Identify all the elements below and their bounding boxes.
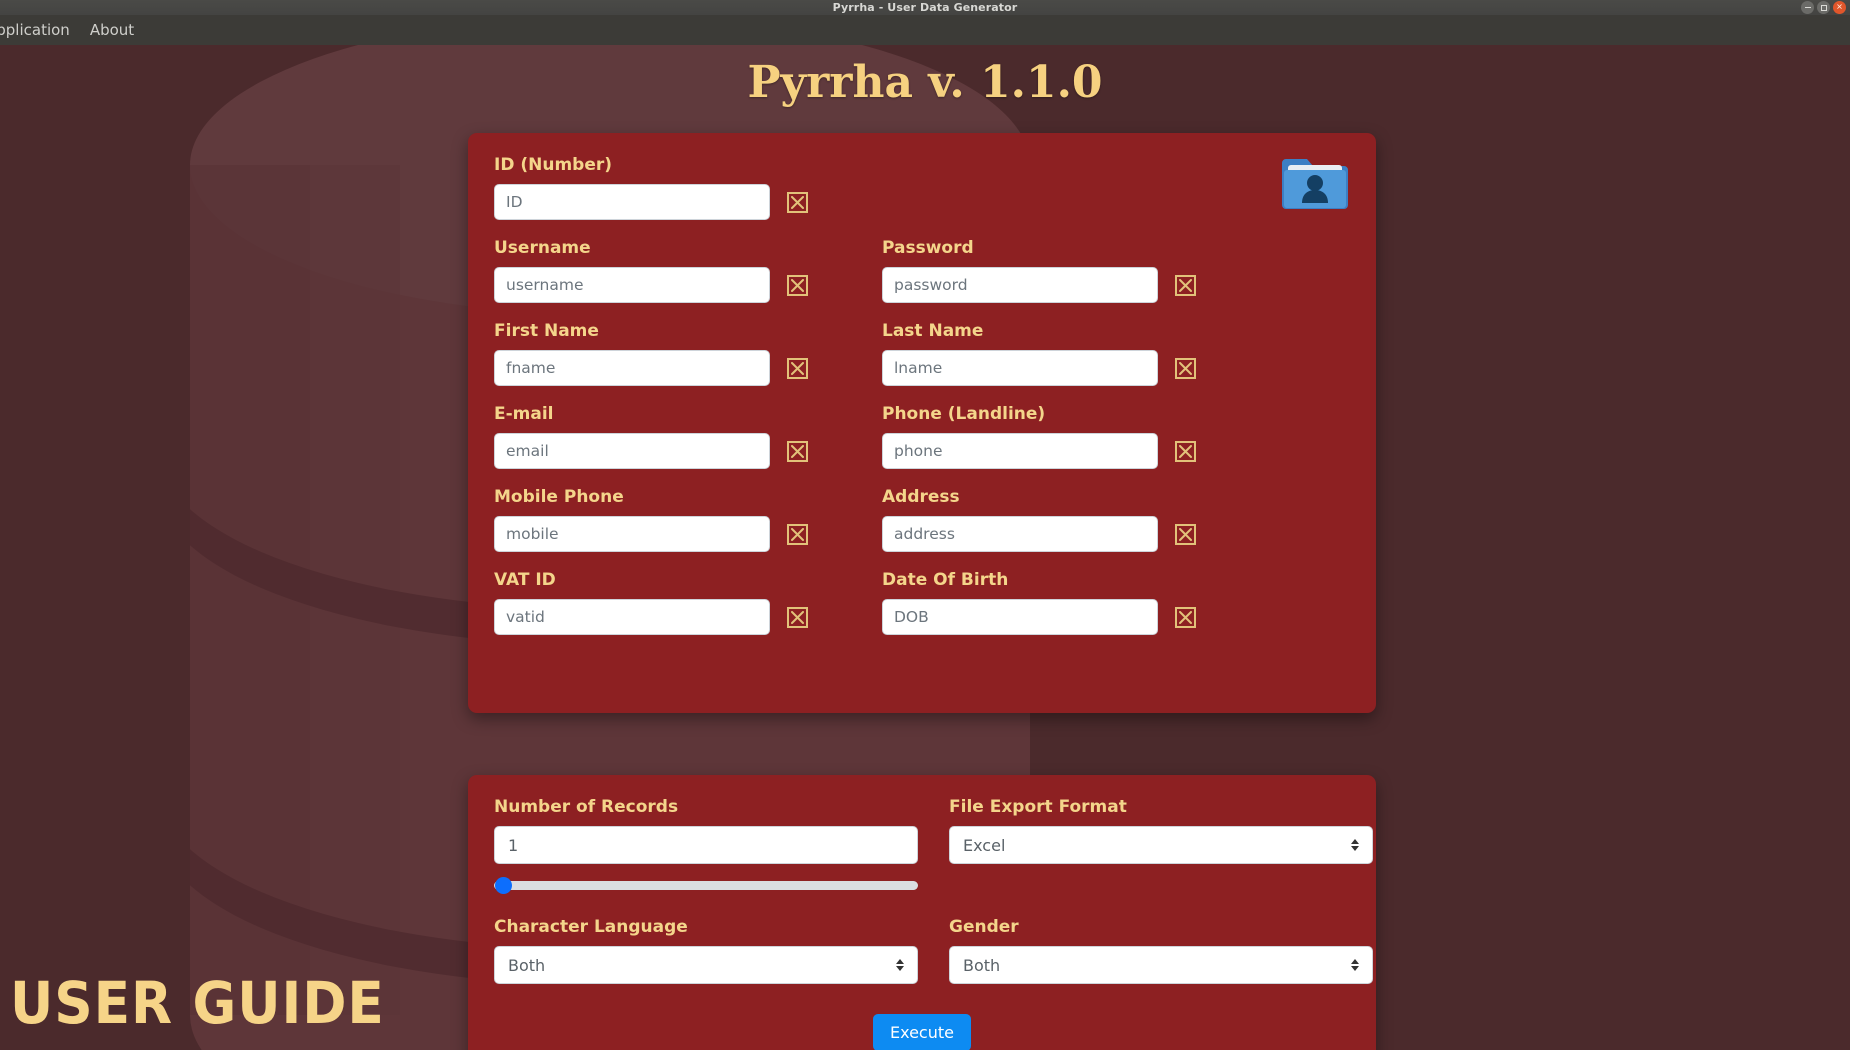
select-gender[interactable]: Both bbox=[949, 946, 1373, 984]
fields-grid: Username Password Fi bbox=[494, 238, 1350, 635]
field-block-number-of-records: Number of Records bbox=[494, 797, 918, 894]
input-row-mobile-phone bbox=[494, 516, 882, 552]
options-grid: Number of Records File Export Format Exc… bbox=[494, 797, 1373, 984]
label-id: ID (Number) bbox=[494, 155, 613, 175]
label-phone-landline: Phone (Landline) bbox=[882, 404, 1046, 424]
menu-bar: Application About bbox=[0, 15, 1850, 45]
input-date-of-birth[interactable] bbox=[882, 599, 1158, 635]
clear-field-icon-last-name[interactable] bbox=[1175, 357, 1196, 379]
window-titlebar: Pyrrha - User Data Generator ✕ bbox=[0, 0, 1850, 15]
window-title: Pyrrha - User Data Generator bbox=[832, 1, 1018, 14]
input-username[interactable] bbox=[494, 267, 770, 303]
field-block-email: E-mail bbox=[494, 404, 882, 469]
clear-field-icon-vat-id[interactable] bbox=[787, 606, 808, 628]
menu-item-about[interactable]: About bbox=[80, 17, 144, 43]
execute-button-wrapper: Execute bbox=[468, 1014, 1376, 1050]
input-last-name[interactable] bbox=[882, 350, 1158, 386]
clear-field-icon-address[interactable] bbox=[1175, 523, 1196, 545]
field-block-username: Username bbox=[494, 238, 882, 303]
input-row-address bbox=[882, 516, 1270, 552]
field-block-address: Address bbox=[882, 487, 1270, 552]
clear-field-icon-email[interactable] bbox=[787, 440, 808, 462]
users-folder-icon[interactable] bbox=[1280, 153, 1350, 209]
select-file-export-format-value: Excel bbox=[963, 835, 1006, 855]
input-number-of-records[interactable] bbox=[494, 826, 918, 864]
input-row-last-name bbox=[882, 350, 1270, 386]
input-row-password bbox=[882, 267, 1270, 303]
clear-field-icon-username[interactable] bbox=[787, 274, 808, 296]
minimize-icon bbox=[1804, 7, 1811, 8]
clear-field-icon-date-of-birth[interactable] bbox=[1175, 606, 1196, 628]
field-block-first-name: First Name bbox=[494, 321, 882, 386]
chevron-updown-icon bbox=[896, 959, 904, 971]
input-vat-id[interactable] bbox=[494, 599, 770, 635]
field-block-password: Password bbox=[882, 238, 1270, 303]
input-mobile-phone[interactable] bbox=[494, 516, 770, 552]
clear-field-icon-mobile-phone[interactable] bbox=[787, 523, 808, 545]
field-block-last-name: Last Name bbox=[882, 321, 1270, 386]
input-row-vat-id bbox=[494, 599, 882, 635]
select-character-language-value: Both bbox=[508, 955, 546, 975]
label-number-of-records: Number of Records bbox=[494, 797, 679, 817]
field-block-character-language: Character Language Both bbox=[494, 917, 918, 984]
input-row-date-of-birth bbox=[882, 599, 1270, 635]
window-controls: ✕ bbox=[1801, 1, 1846, 14]
label-password: Password bbox=[882, 238, 974, 258]
clear-field-icon-id[interactable] bbox=[787, 191, 808, 213]
app-background: Pyrrha v. 1.1.0 ID (Number) Userna bbox=[0, 45, 1850, 1050]
label-file-export-format: File Export Format bbox=[949, 797, 1127, 817]
execute-button[interactable]: Execute bbox=[873, 1014, 971, 1050]
label-mobile-phone: Mobile Phone bbox=[494, 487, 624, 507]
clear-field-icon-first-name[interactable] bbox=[787, 357, 808, 379]
field-block-file-export-format: File Export Format Excel bbox=[949, 797, 1373, 894]
input-row-phone-landline bbox=[882, 433, 1270, 469]
label-email: E-mail bbox=[494, 404, 554, 424]
input-address[interactable] bbox=[882, 516, 1158, 552]
label-last-name: Last Name bbox=[882, 321, 984, 341]
menu-item-application[interactable]: Application bbox=[0, 17, 80, 43]
field-block-date-of-birth: Date Of Birth bbox=[882, 570, 1270, 635]
label-character-language: Character Language bbox=[494, 917, 688, 937]
input-email[interactable] bbox=[494, 433, 770, 469]
slider-number-of-records[interactable] bbox=[494, 876, 918, 894]
user-fields-card: ID (Number) Username Pa bbox=[468, 133, 1376, 713]
clear-field-icon-password[interactable] bbox=[1175, 274, 1196, 296]
input-password[interactable] bbox=[882, 267, 1158, 303]
close-button[interactable]: ✕ bbox=[1833, 1, 1846, 14]
close-icon: ✕ bbox=[1836, 2, 1843, 11]
input-phone-landline[interactable] bbox=[882, 433, 1158, 469]
label-first-name: First Name bbox=[494, 321, 599, 341]
input-row-username bbox=[494, 267, 882, 303]
select-gender-value: Both bbox=[963, 955, 1001, 975]
user-guide-label[interactable]: USER GUIDE bbox=[10, 974, 385, 1032]
slider-thumb[interactable] bbox=[495, 876, 512, 894]
maximize-icon bbox=[1820, 4, 1827, 11]
input-id[interactable] bbox=[494, 184, 770, 220]
maximize-button[interactable] bbox=[1817, 1, 1830, 14]
label-vat-id: VAT ID bbox=[494, 570, 556, 590]
label-gender: Gender bbox=[949, 917, 1019, 937]
page-title: Pyrrha v. 1.1.0 bbox=[747, 57, 1103, 108]
chevron-updown-icon bbox=[1351, 839, 1359, 851]
clear-field-icon-phone-landline[interactable] bbox=[1175, 440, 1196, 462]
minimize-button[interactable] bbox=[1801, 1, 1814, 14]
input-row-email bbox=[494, 433, 882, 469]
input-first-name[interactable] bbox=[494, 350, 770, 386]
field-block-vat-id: VAT ID bbox=[494, 570, 882, 635]
field-block-mobile-phone: Mobile Phone bbox=[494, 487, 882, 552]
field-block-gender: Gender Both bbox=[949, 917, 1373, 984]
label-username: Username bbox=[494, 238, 591, 258]
chevron-updown-icon bbox=[1351, 959, 1359, 971]
generation-options-card: Number of Records File Export Format Exc… bbox=[468, 775, 1376, 1050]
input-row-first-name bbox=[494, 350, 882, 386]
label-address: Address bbox=[882, 487, 960, 507]
input-row-id bbox=[494, 184, 1350, 220]
field-block-phone-landline: Phone (Landline) bbox=[882, 404, 1270, 469]
label-date-of-birth: Date Of Birth bbox=[882, 570, 1009, 590]
select-file-export-format[interactable]: Excel bbox=[949, 826, 1373, 864]
field-block-id: ID (Number) bbox=[494, 155, 1350, 220]
slider-track bbox=[494, 880, 918, 890]
select-character-language[interactable]: Both bbox=[494, 946, 918, 984]
